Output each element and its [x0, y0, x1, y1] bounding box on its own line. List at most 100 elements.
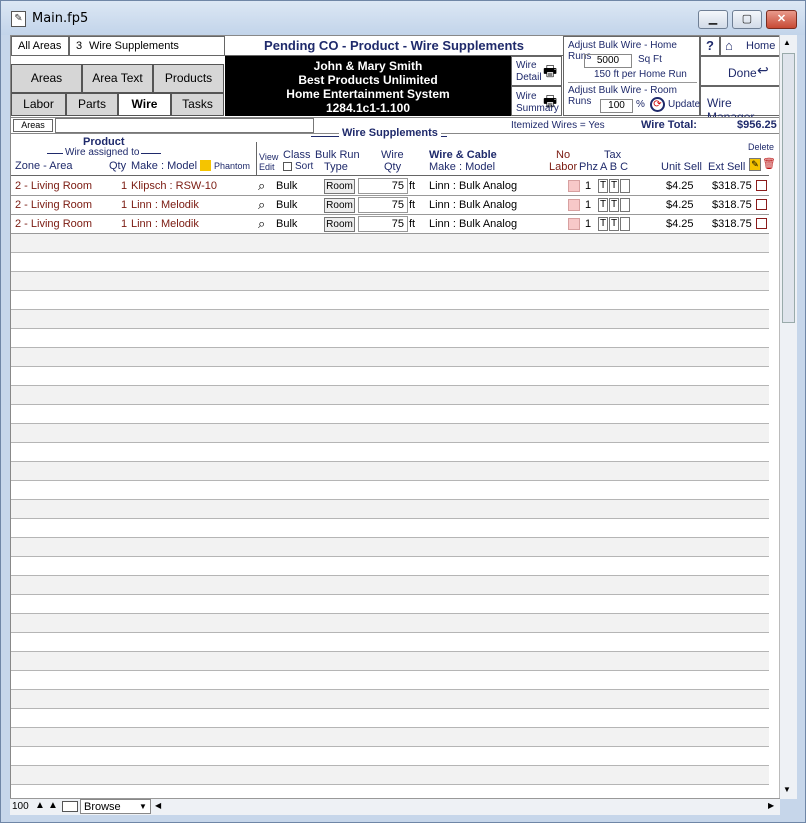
sqft-unit: Sq Ft — [638, 54, 662, 65]
tax-c-box[interactable] — [620, 217, 630, 231]
magnifier-icon[interactable]: ⌕ — [258, 178, 265, 194]
update-icon[interactable]: ⟳ — [650, 97, 665, 112]
job-number: 1284.1c1-1.100 — [325, 101, 411, 115]
empty-row — [11, 500, 769, 519]
close-button[interactable]: ✕ — [766, 10, 797, 29]
home-button[interactable]: ⌂ Home — [720, 36, 779, 56]
scroll-right-icon[interactable]: ▶ — [768, 801, 774, 810]
tax-a-box[interactable]: T — [598, 217, 608, 231]
no-labor-checkbox[interactable] — [568, 180, 580, 192]
col-make-model[interactable]: Make : Model — [131, 160, 197, 172]
zoom-out-icon[interactable]: ▲ — [35, 800, 47, 813]
help-button[interactable]: ? — [700, 36, 720, 56]
table-row[interactable]: 2 - Living Room 1 Linn : Melodik Bulk ft Linn… — [11, 196, 769, 215]
wire-summary-label-1: Wire — [516, 91, 537, 102]
return-arrow-icon: ↩ — [757, 62, 769, 78]
row-ext-sell: $318.75 — [712, 180, 752, 192]
client-info-panel: John & Mary Smith Best Products Unlimite… — [225, 56, 511, 116]
printer-icon: 🖶 — [543, 93, 558, 110]
empty-row — [11, 652, 769, 671]
no-labor-checkbox[interactable] — [568, 199, 580, 211]
col-no: No — [556, 149, 571, 161]
wire-manager-button[interactable]: Wire Manager — [700, 86, 779, 124]
wire-summary-button[interactable]: Wire Summary 🖶 — [511, 86, 562, 116]
empty-row — [11, 671, 769, 690]
scroll-up-icon[interactable]: ▲ — [783, 38, 791, 47]
sort-checkbox[interactable] — [283, 162, 292, 171]
col-wire-qty: Qty — [384, 161, 402, 173]
zoom-in-icon[interactable]: ▲ — [48, 800, 60, 813]
nav-labor[interactable]: Labor — [11, 93, 66, 116]
window-title: Main.fp5 — [32, 11, 89, 26]
magnifier-icon[interactable]: ⌕ — [258, 216, 265, 232]
status-area-icon[interactable] — [62, 801, 78, 812]
col-unit-sell: Unit Sell — [661, 161, 702, 173]
col-class[interactable]: Class — [283, 149, 311, 161]
nav-tasks[interactable]: Tasks — [171, 93, 224, 116]
col-delete: Delete — [748, 142, 775, 152]
empty-row — [11, 462, 769, 481]
col-wire-cable[interactable]: Wire & Cable — [429, 149, 497, 161]
row-unit: ft — [409, 180, 416, 192]
wire-detail-button[interactable]: Wire Detail 🖶 — [511, 56, 562, 86]
wire-qty-input[interactable]: 75 — [358, 178, 408, 194]
nav-areas[interactable]: Areas — [11, 64, 82, 93]
scroll-thumb[interactable] — [782, 53, 795, 323]
row-unit-sell: $4.25 — [666, 218, 694, 230]
nav-area-text[interactable]: Area Text — [82, 64, 153, 93]
tax-b-box[interactable]: T — [609, 179, 619, 193]
delete-checkbox[interactable] — [756, 199, 767, 210]
nav-products[interactable]: Products — [153, 64, 224, 93]
table-row[interactable]: 2 - Living Room 1 Linn : Melodik Bulk ft Linn… — [11, 215, 769, 234]
row-class: Bulk — [276, 180, 298, 192]
no-labor-checkbox[interactable] — [568, 218, 580, 230]
zoom-level[interactable]: 100 — [12, 801, 29, 812]
delete-checkbox[interactable] — [756, 218, 767, 229]
vertical-scrollbar[interactable]: ▲ ▼ — [779, 35, 797, 799]
row-wire-model: Linn : Bulk Analog — [429, 218, 518, 230]
empty-row — [11, 253, 769, 272]
wire-detail-label-2: Detail — [516, 72, 542, 83]
scroll-down-icon[interactable]: ▼ — [783, 785, 791, 794]
wire-qty-input[interactable]: 75 — [358, 197, 408, 213]
tax-b-box[interactable]: T — [609, 198, 619, 212]
magnifier-icon[interactable]: ⌕ — [258, 197, 265, 213]
done-button[interactable]: Done ↩ — [700, 56, 779, 86]
areas-filter-input[interactable] — [55, 118, 314, 133]
col-bulk-run: Bulk Run — [315, 149, 360, 161]
tax-b-box[interactable]: T — [609, 217, 619, 231]
minimize-button[interactable]: ▁ — [698, 10, 728, 29]
run-type-button[interactable]: Room — [324, 179, 355, 194]
all-areas-button[interactable]: All Areas — [11, 36, 69, 56]
row-ext-sell: $318.75 — [712, 218, 752, 230]
run-type-button[interactable]: Room — [324, 198, 355, 213]
row-unit-sell: $4.25 — [666, 199, 694, 211]
empty-row — [11, 329, 769, 348]
maximize-button[interactable]: ▢ — [732, 10, 762, 29]
tax-c-box[interactable] — [620, 198, 630, 212]
pencil-icon[interactable]: ✎ — [749, 158, 761, 171]
nav-wire[interactable]: Wire — [118, 93, 171, 116]
mode-select[interactable]: Browse ▼ — [80, 799, 151, 814]
trash-icon[interactable]: 🗑 — [762, 158, 776, 171]
percent-input[interactable]: 100 — [600, 99, 633, 113]
delete-checkbox[interactable] — [756, 180, 767, 191]
empty-row — [11, 595, 769, 614]
client-system: Home Entertainment System — [286, 87, 450, 101]
scroll-left-icon[interactable]: ◀ — [155, 801, 161, 810]
empty-row — [11, 766, 769, 785]
run-type-button[interactable]: Room — [324, 217, 355, 232]
sqft-input[interactable]: 5000 — [584, 54, 632, 68]
row-phz: 1 — [585, 180, 592, 192]
wire-qty-input[interactable]: 75 — [358, 216, 408, 232]
tax-a-box[interactable]: T — [598, 179, 608, 193]
update-button[interactable]: Update — [668, 99, 700, 110]
wire-total-label: Wire Total: — [641, 119, 697, 131]
nav-parts[interactable]: Parts — [66, 93, 118, 116]
empty-row — [11, 424, 769, 443]
tax-c-box[interactable] — [620, 179, 630, 193]
col-zone-area[interactable]: Zone - Area — [15, 160, 72, 172]
tax-a-box[interactable]: T — [598, 198, 608, 212]
col-qty[interactable]: Qty — [109, 160, 126, 172]
table-row[interactable]: 2 - Living Room 1 Klipsch : RSW-10 Bulk ft Li… — [11, 177, 769, 196]
